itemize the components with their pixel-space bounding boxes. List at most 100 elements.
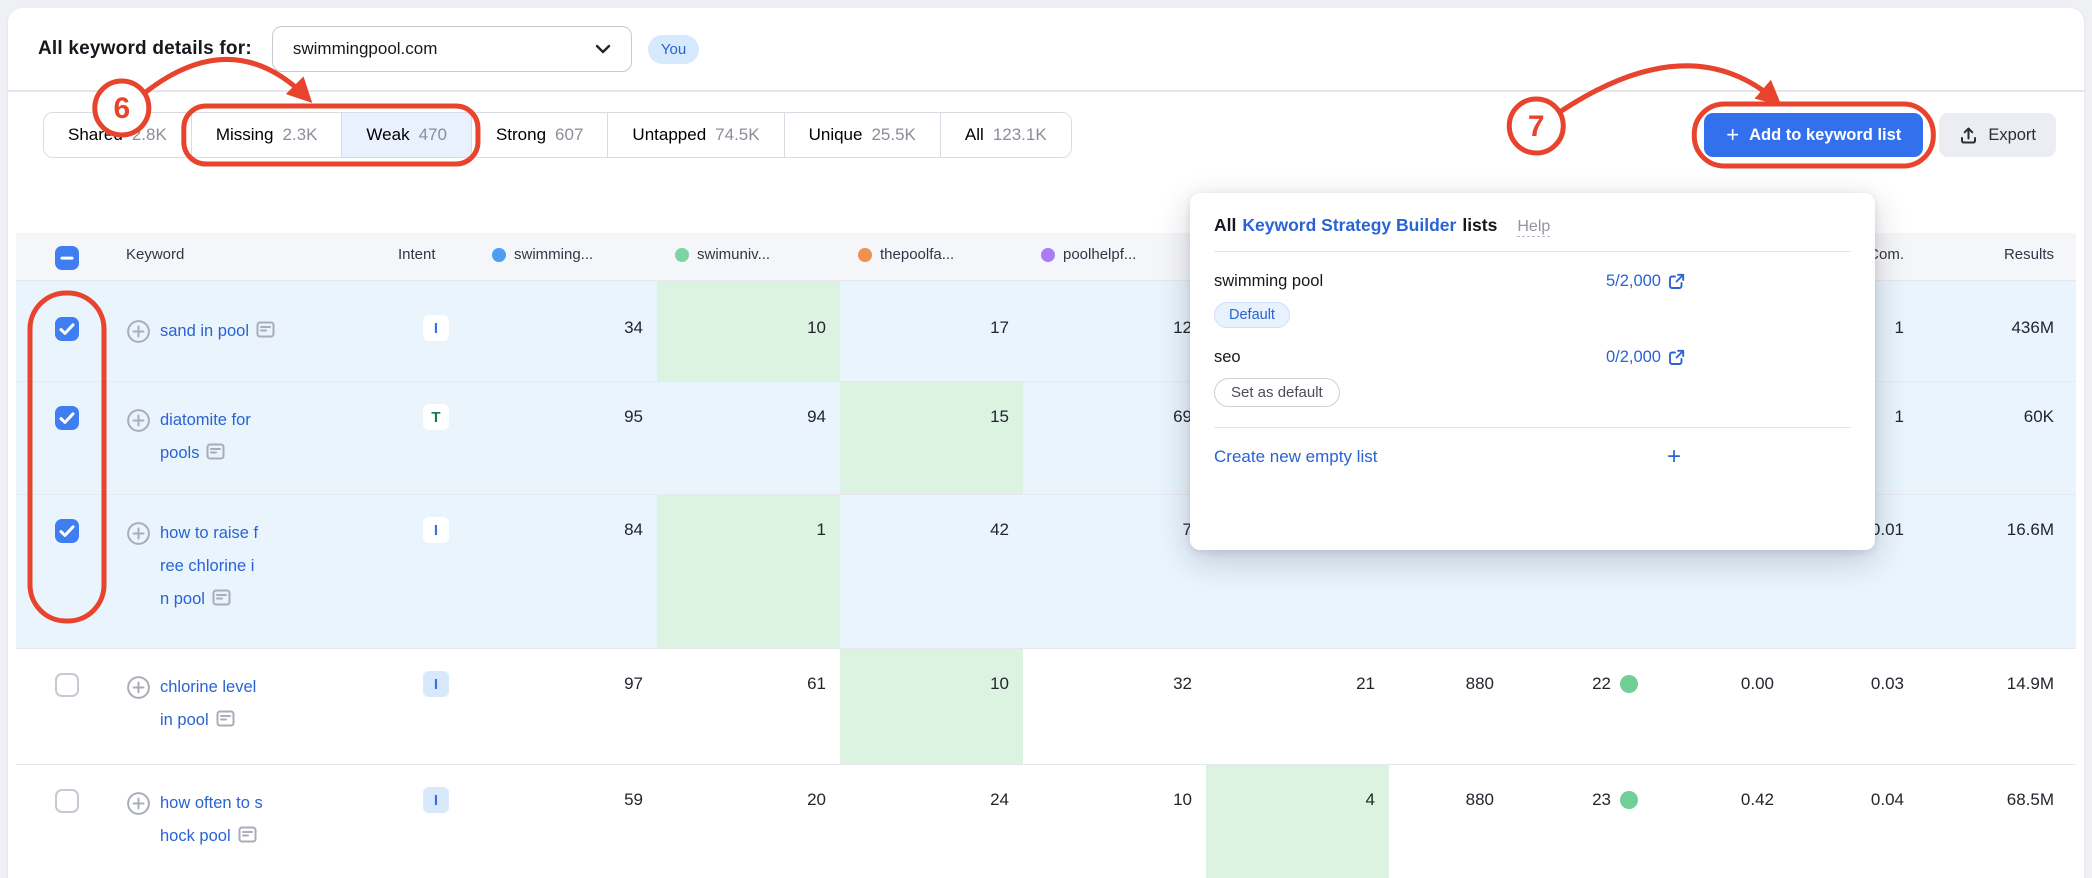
- position-cell: 10: [1023, 765, 1206, 878]
- row-checkbox[interactable]: [55, 789, 79, 813]
- position-cell: 34: [474, 281, 657, 381]
- tab-untapped[interactable]: Untapped74.5K: [607, 113, 783, 157]
- list-usage-value: 0/2,000: [1606, 348, 1661, 367]
- position-cell: 12: [1023, 281, 1206, 381]
- position-cell: 7: [1023, 495, 1206, 648]
- keyword-list-item: swimming pool5/2,000 Default: [1214, 272, 1851, 328]
- create-new-list-row: Create new empty list +: [1214, 445, 1851, 469]
- keyword-link[interactable]: sand in pool: [160, 315, 286, 348]
- default-badge: Default: [1214, 302, 1290, 328]
- row-select-cell: [16, 649, 126, 764]
- keyword-link[interactable]: how often to shock pool: [160, 787, 286, 853]
- position-cell: 10: [840, 649, 1023, 764]
- intent-cell: I: [398, 649, 474, 764]
- kd-difficulty-dot: [1620, 675, 1638, 693]
- position-cell: 15: [840, 382, 1023, 494]
- keyword-link[interactable]: how to raise free chlorine in pool: [160, 517, 286, 616]
- add-to-keyword-list-button[interactable]: + Add to keyword list: [1704, 113, 1923, 157]
- row-filler: [2068, 649, 2076, 764]
- domain-select-dropdown[interactable]: swimmingpool.com: [272, 26, 632, 72]
- export-icon: [1959, 126, 1978, 145]
- tab-weak[interactable]: Weak 470: [341, 113, 471, 157]
- tab-count: 123.1K: [993, 125, 1047, 145]
- row-select-cell: [16, 281, 126, 381]
- create-list-plus-icon[interactable]: +: [1667, 445, 1681, 469]
- column-header-domain-1: swimming...: [474, 233, 657, 280]
- row-checkbox[interactable]: [55, 406, 79, 430]
- add-keyword-icon[interactable]: [126, 671, 151, 705]
- tab-label: Weak: [366, 125, 409, 145]
- kd-value: 22: [1592, 671, 1611, 697]
- competition-cell: 0.03: [1788, 649, 1918, 764]
- results-cell: 68.5M: [1918, 765, 2068, 878]
- intent-cell: I: [398, 765, 474, 878]
- toolbar-actions: + Add to keyword list Export: [1704, 113, 2056, 157]
- column-header-keyword: Keyword: [126, 233, 398, 280]
- tab-count: 25.5K: [871, 125, 915, 145]
- domain-label: poolhelpf...: [1063, 246, 1136, 263]
- tab-shared[interactable]: Shared2.8K: [44, 113, 191, 157]
- tab-label: Untapped: [632, 125, 706, 145]
- export-button[interactable]: Export: [1939, 113, 2056, 157]
- column-header-results: Results: [1918, 233, 2068, 280]
- row-checkbox[interactable]: [55, 673, 79, 697]
- list-name: seo: [1214, 348, 1606, 367]
- keyword-strategy-builder-link[interactable]: Keyword Strategy Builder: [1242, 215, 1456, 236]
- position-cell: 24: [840, 765, 1023, 878]
- header-filler: [2068, 233, 2076, 280]
- domain-label: thepoolfa...: [880, 246, 954, 263]
- keyword-gap-page: All keyword details for: swimmingpool.co…: [0, 0, 2092, 878]
- row-checkbox[interactable]: [55, 317, 79, 341]
- list-usage-link[interactable]: 5/2,000: [1606, 272, 1685, 291]
- keyword-cell: how to raise free chlorine in pool: [126, 495, 398, 648]
- set-as-default-button[interactable]: Set as default: [1214, 378, 1340, 407]
- row-filler: [2068, 281, 2076, 381]
- position-cell: 42: [840, 495, 1023, 648]
- keyword-link[interactable]: diatomite forpools: [160, 404, 286, 470]
- keyword-cell: how often to shock pool: [126, 765, 398, 878]
- list-item-row: seo0/2,000: [1214, 348, 1851, 367]
- select-all-checkbox[interactable]: [55, 246, 79, 270]
- keyword-overlap-tabs: Shared2.8KMissing2.3KWeak470Strong607Unt…: [43, 112, 1072, 158]
- tab-count: 470: [419, 125, 447, 145]
- row-select-cell: [16, 495, 126, 648]
- tab-label: Missing: [216, 125, 274, 145]
- position-cell: 94: [657, 382, 840, 494]
- position-cell: 1: [657, 495, 840, 648]
- domain-label: swimming...: [514, 246, 593, 263]
- domain-label: swimuniv...: [697, 246, 770, 263]
- popup-lists: swimming pool5/2,000 Default seo0/2,000 Set…: [1214, 272, 1851, 407]
- popup-title-suffix: lists: [1462, 215, 1497, 236]
- kd-cell: 23: [1508, 765, 1658, 878]
- add-keyword-icon[interactable]: [126, 517, 151, 551]
- tab-unique[interactable]: Unique25.5K: [784, 113, 940, 157]
- row-select-cell: [16, 765, 126, 878]
- add-keyword-icon[interactable]: [126, 787, 151, 821]
- tab-missing[interactable]: Missing 2.3K: [191, 113, 342, 157]
- domain-select-value: swimmingpool.com: [293, 39, 438, 59]
- list-usage-link[interactable]: 0/2,000: [1606, 348, 1685, 367]
- keyword-cell: chlorine levelin pool: [126, 649, 398, 764]
- keyword-list-item: seo0/2,000 Set as default: [1214, 348, 1851, 407]
- cpc-cell: 0.42: [1658, 765, 1788, 878]
- popup-divider-2: [1214, 427, 1851, 428]
- plus-icon: +: [1726, 124, 1739, 146]
- create-new-list-link[interactable]: Create new empty list: [1214, 447, 1667, 467]
- keyword-link[interactable]: chlorine levelin pool: [160, 671, 286, 737]
- intent-cell: I: [398, 281, 474, 381]
- add-keyword-icon[interactable]: [126, 315, 151, 349]
- help-link[interactable]: Help: [1517, 218, 1550, 237]
- tab-all[interactable]: All123.1K: [940, 113, 1071, 157]
- popup-title: All Keyword Strategy Builder lists Help: [1214, 215, 1851, 237]
- tab-strong[interactable]: Strong607: [471, 113, 607, 157]
- export-label: Export: [1988, 126, 2036, 145]
- row-checkbox[interactable]: [55, 519, 79, 543]
- top-bar: All keyword details for: swimmingpool.co…: [8, 8, 2084, 92]
- position-cell: 21: [1206, 649, 1389, 764]
- add-keyword-icon[interactable]: [126, 404, 151, 438]
- chevron-down-icon: [595, 44, 611, 54]
- list-name: swimming pool: [1214, 272, 1606, 291]
- tab-label: Strong: [496, 125, 546, 145]
- tab-count: 2.3K: [282, 125, 317, 145]
- intent-badge-informational: I: [423, 787, 449, 813]
